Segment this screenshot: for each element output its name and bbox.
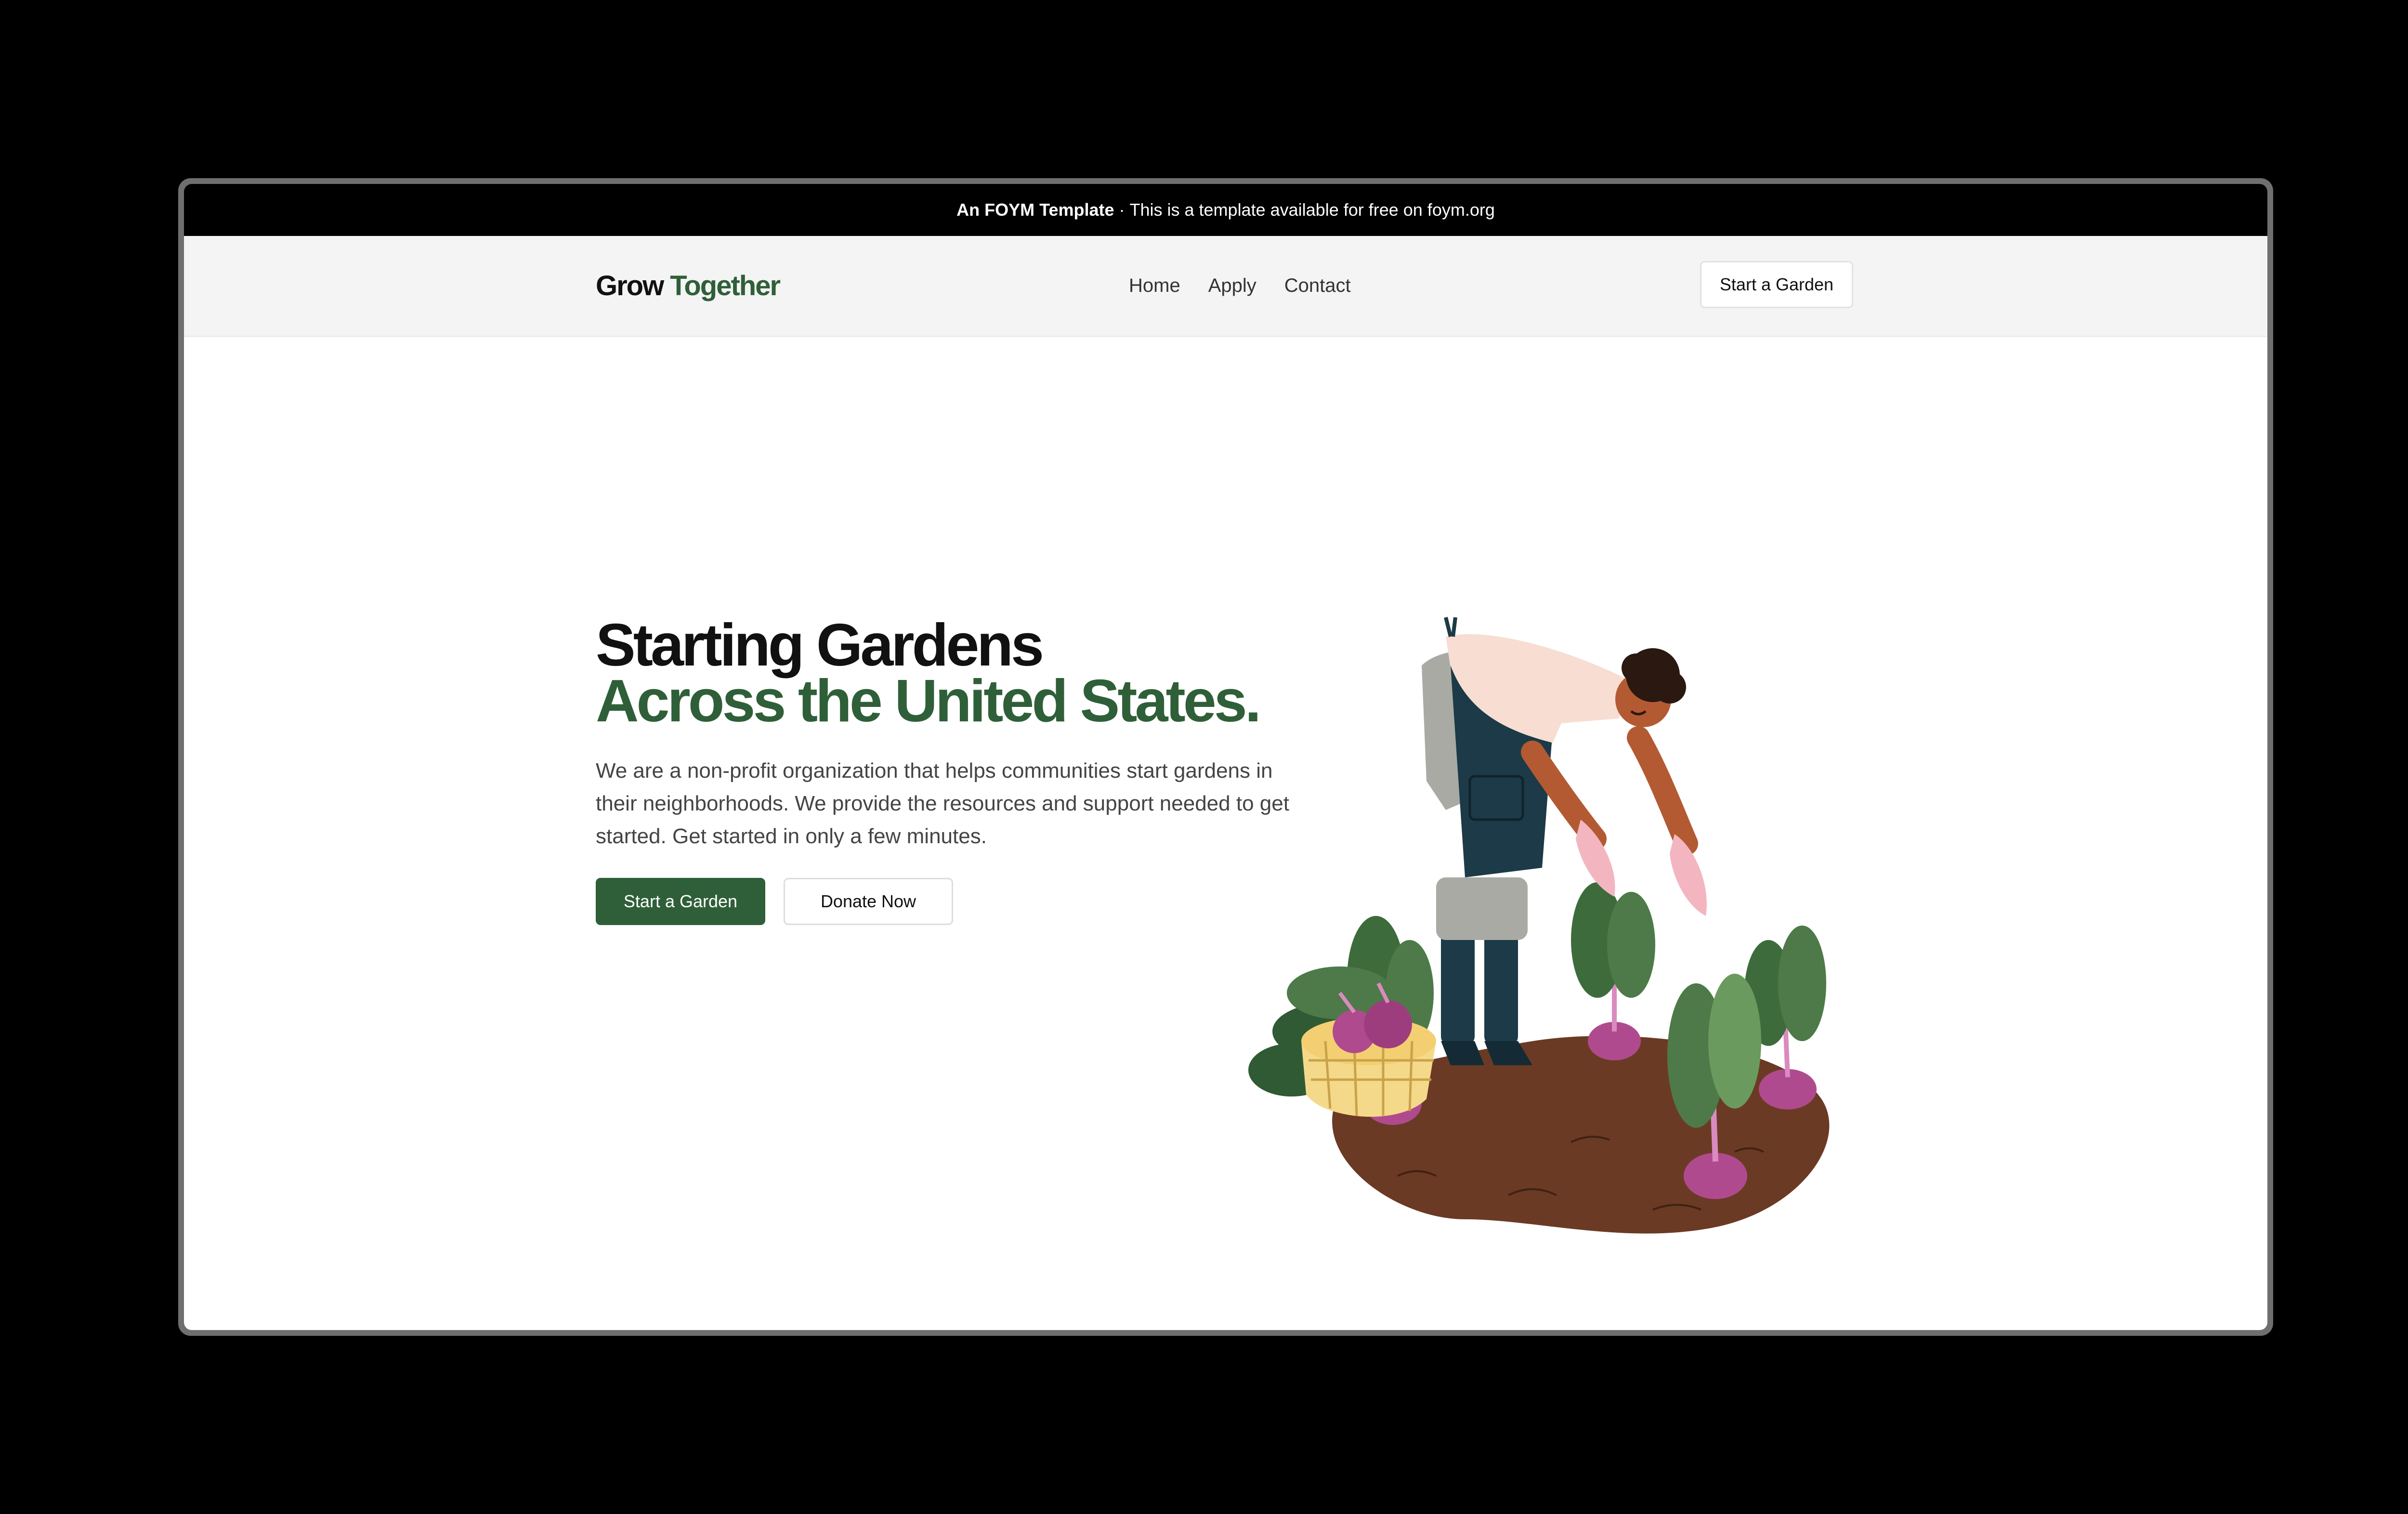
gardener-figure bbox=[1422, 617, 1707, 1065]
announcement-separator: · bbox=[1119, 200, 1125, 220]
logo-primary-text: Grow bbox=[596, 270, 664, 301]
nav-apply-link[interactable]: Apply bbox=[1208, 275, 1256, 297]
header-start-garden-button[interactable]: Start a Garden bbox=[1700, 261, 1853, 308]
start-garden-button[interactable]: Start a Garden bbox=[596, 878, 765, 925]
main-nav: Home Apply Contact bbox=[1129, 236, 1351, 336]
browser-frame: An FOYM Template · This is a template av… bbox=[178, 178, 2273, 1336]
beet-plant-center bbox=[1571, 882, 1655, 1060]
logo-accent-text: Together bbox=[670, 270, 781, 301]
announcement-title: An FOYM Template bbox=[956, 200, 1114, 220]
announcement-text: This is a template available for free on… bbox=[1129, 200, 1495, 220]
hero-button-group: Start a Garden Donate Now bbox=[596, 878, 953, 925]
nav-home-link[interactable]: Home bbox=[1129, 275, 1180, 297]
donate-now-button[interactable]: Donate Now bbox=[784, 878, 953, 925]
nav-contact-link[interactable]: Contact bbox=[1284, 275, 1351, 297]
page-viewport: An FOYM Template · This is a template av… bbox=[184, 184, 2267, 1330]
gardener-illustration bbox=[1248, 617, 1830, 1234]
site-header: Grow Together Home Apply Contact Start a… bbox=[184, 236, 2267, 337]
hero-title-line1: Starting Gardens bbox=[596, 612, 1044, 679]
announcement-bar: An FOYM Template · This is a template av… bbox=[184, 184, 2267, 236]
site-logo[interactable]: Grow Together bbox=[596, 236, 781, 336]
hero-title-line2: Across the United States. bbox=[596, 668, 1261, 734]
hero-title: Starting Gardens Across the United State… bbox=[596, 612, 1261, 734]
